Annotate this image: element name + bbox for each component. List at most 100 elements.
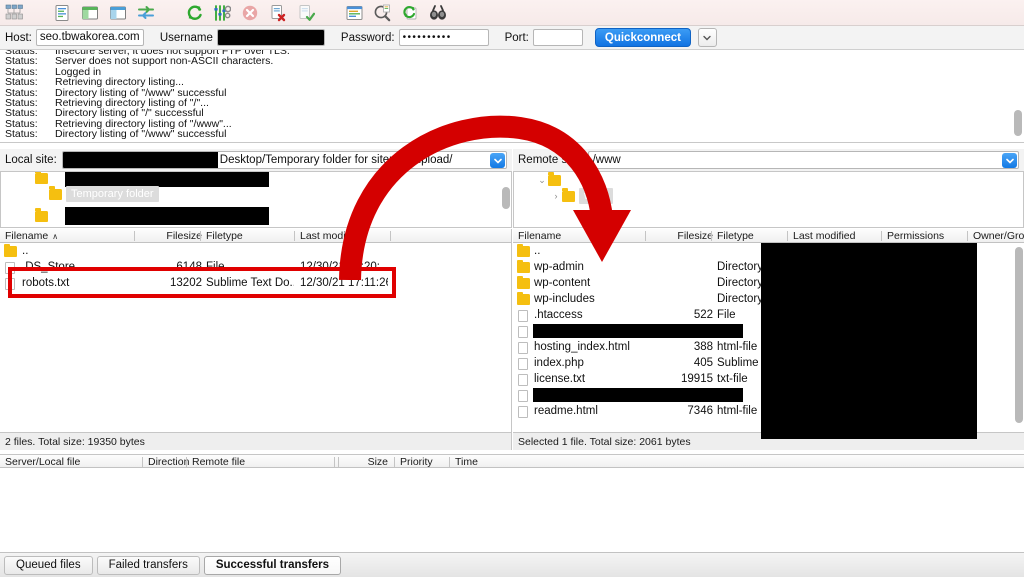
remote-file-list-header[interactable]: Filename Filesize Filetype Last modified Per… (513, 229, 1024, 243)
remote-list-scroll-thumb[interactable] (1015, 247, 1023, 423)
column-header-last-modified[interactable]: Last modified (300, 229, 388, 243)
queue-column-divider[interactable] (338, 457, 339, 467)
remote-directory-tree[interactable]: ⌄ › www (513, 171, 1024, 228)
host-input[interactable]: seo.tbwakorea.com (35, 29, 144, 46)
file-icon (518, 341, 528, 354)
remote-list-scrollbar[interactable] (1014, 245, 1023, 430)
tree-item[interactable] (1, 172, 511, 187)
toggle-transfer-queue-icon[interactable] (133, 1, 159, 25)
cancel-icon[interactable] (237, 1, 263, 25)
tab-successful-transfers[interactable]: Successful transfers (203, 555, 341, 575)
password-input[interactable]: •••••••••• (398, 29, 489, 46)
synchronized-browsing-icon[interactable] (397, 1, 423, 25)
remote-site-path-combo[interactable]: /www (587, 151, 1019, 169)
column-header-filename[interactable]: Filename (518, 229, 648, 243)
message-log-scroll-thumb[interactable] (1014, 110, 1022, 136)
table-row[interactable]: .. (0, 243, 511, 259)
log-row-key: Status: (5, 76, 38, 89)
filter-icon[interactable] (341, 1, 367, 25)
tab-queued-files[interactable]: Queued files (4, 555, 93, 575)
message-log-scrollbar[interactable] (1013, 52, 1022, 140)
reconnect-icon[interactable] (293, 1, 319, 25)
column-header-owner-group[interactable]: Owner/Group (973, 229, 1024, 243)
column-divider[interactable] (881, 231, 882, 241)
column-divider[interactable] (711, 231, 712, 241)
cell-filetype (206, 243, 294, 259)
password-value: •••••••••• (402, 32, 452, 43)
column-divider[interactable] (967, 231, 968, 241)
column-header-permissions[interactable]: Permissions (887, 229, 967, 243)
column-divider[interactable] (294, 231, 295, 241)
port-input[interactable] (532, 29, 583, 46)
cell-filetype: Sublime Text Do... (206, 277, 294, 289)
cell-last-modified (300, 243, 388, 259)
compare-directories-icon[interactable] (369, 1, 395, 25)
file-icon (5, 277, 15, 290)
remote-site-dropdown-icon[interactable] (1002, 153, 1017, 168)
local-file-list-header[interactable]: Filename ∧ Filesize Filetype Last modified (0, 229, 511, 243)
toggle-local-tree-icon[interactable] (77, 1, 103, 25)
tree-item[interactable]: ⌄ (514, 172, 1023, 188)
chevron-right-icon[interactable]: › (550, 188, 562, 204)
log-row: Status: Server does not support non-ASCII… (0, 56, 1024, 67)
folder-icon (517, 259, 530, 273)
queue-column-divider[interactable] (334, 457, 335, 467)
queue-column-divider[interactable] (449, 457, 450, 467)
queue-column-header-server-local-file[interactable]: Server/Local file (5, 455, 165, 469)
process-queue-icon[interactable] (209, 1, 235, 25)
queue-column-header-time[interactable]: Time (455, 455, 515, 469)
column-header-filesize[interactable]: Filesize (651, 229, 713, 243)
queue-column-header-priority[interactable]: Priority (400, 455, 460, 469)
file-icon (518, 389, 528, 402)
host-label: Host: (5, 31, 32, 44)
queue-column-divider[interactable] (394, 457, 395, 467)
tree-item[interactable]: Temporary folder (1, 186, 511, 202)
local-tree-scrollbar[interactable] (501, 175, 510, 224)
column-header-filetype[interactable]: Filetype (206, 229, 294, 243)
column-header-filetype[interactable]: Filetype (717, 229, 789, 243)
search-remote-files-icon[interactable] (425, 1, 451, 25)
local-site-row: Local site: Desktop/Temporary folder for… (0, 149, 512, 171)
log-row-message: Retrieving directory listing... (55, 76, 184, 89)
local-directory-tree[interactable]: Temporary folder (0, 171, 512, 228)
refresh-icon[interactable] (181, 1, 207, 25)
column-header-filesize[interactable]: Filesize (140, 229, 202, 243)
column-header-label: Filesize (166, 230, 202, 242)
quickconnect-button[interactable]: Quickconnect (594, 28, 691, 47)
site-manager-icon[interactable] (1, 1, 27, 25)
local-site-path-combo[interactable]: Desktop/Temporary folder for sitemap upl… (61, 151, 507, 169)
column-divider[interactable] (134, 231, 135, 241)
local-site-dropdown-icon[interactable] (490, 153, 505, 168)
column-divider[interactable] (390, 231, 391, 241)
queue-column-divider[interactable] (186, 457, 187, 467)
queue-column-header-size[interactable]: Size (340, 455, 388, 469)
local-tree-scroll-thumb[interactable] (502, 187, 510, 209)
column-divider[interactable] (645, 231, 646, 241)
tree-item-label: www (579, 188, 613, 204)
column-divider[interactable] (200, 231, 201, 241)
row-redaction-bar (533, 324, 743, 338)
local-file-list[interactable]: Filename ∧ Filesize Filetype Last modified .… (0, 229, 512, 432)
table-row[interactable]: .DS_Store 6148 File 12/30/21 17:20:... (0, 259, 511, 275)
queue-column-divider[interactable] (142, 457, 143, 467)
username-input[interactable] (216, 29, 325, 46)
column-divider[interactable] (787, 231, 788, 241)
transfer-queue-header[interactable]: Server/Local file Direction Remote file Siz… (0, 454, 1024, 468)
table-row[interactable]: robots.txt 13202 Sublime Text Do... 12/30/2… (0, 275, 511, 291)
cell-filename: index.php (534, 357, 584, 369)
tree-item[interactable] (1, 207, 511, 225)
transfer-queue-body[interactable] (0, 469, 1024, 552)
filezilla-window: Host: seo.tbwakorea.com Username Passwor… (0, 0, 1024, 577)
quickconnect-history-dropdown[interactable] (697, 28, 717, 47)
column-header-filename[interactable]: Filename ∧ (5, 229, 135, 243)
message-log[interactable]: Status: Insecure server, it does not supp… (0, 50, 1024, 143)
cell-filesize (651, 291, 713, 307)
disconnect-icon[interactable] (265, 1, 291, 25)
column-header-last-modified[interactable]: Last modified (793, 229, 883, 243)
tab-failed-transfers[interactable]: Failed transfers (96, 555, 200, 575)
tree-item[interactable]: › www (514, 188, 1023, 204)
chevron-down-icon[interactable]: ⌄ (536, 172, 548, 188)
column-header-label: Filename (5, 230, 49, 242)
toggle-remote-tree-icon[interactable] (105, 1, 131, 25)
toggle-message-log-icon[interactable] (49, 1, 75, 25)
